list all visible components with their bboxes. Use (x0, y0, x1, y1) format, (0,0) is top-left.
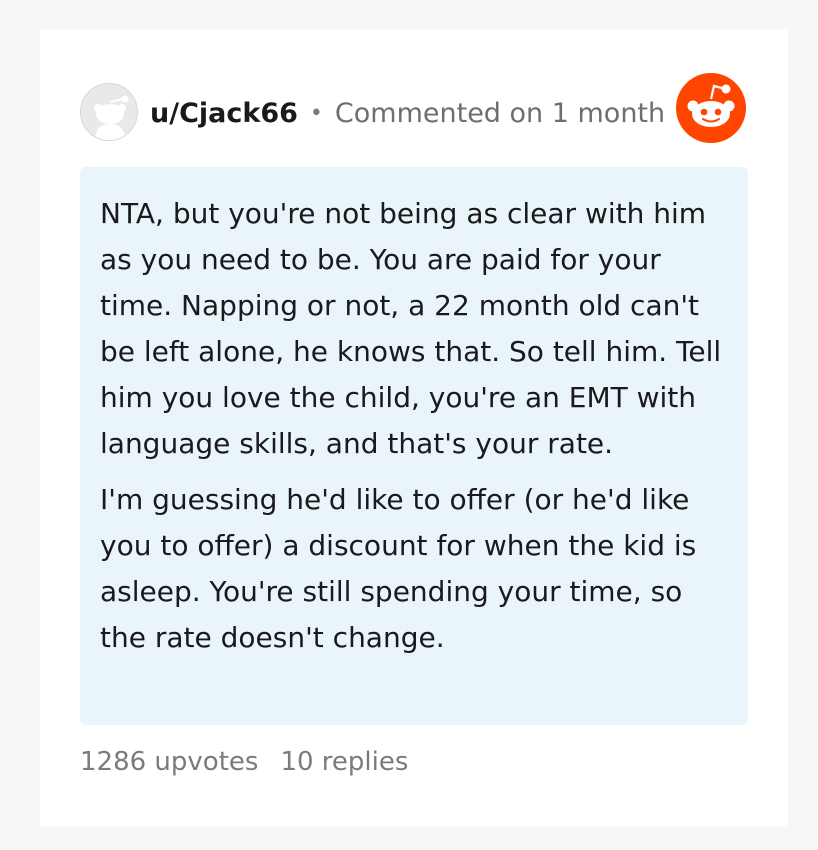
comment-header: u/Cjack66 • Commented on 1 month (150, 93, 665, 133)
comment-card: u/Cjack66 • Commented on 1 month NTA, bu… (40, 29, 788, 826)
comment-paragraph: NTA, but you're not being as clear with … (100, 197, 722, 460)
comment-timestamp: Commented on 1 month (334, 97, 666, 129)
comment-body: NTA, but you're not being as clear with … (80, 167, 748, 725)
comment-footer: 1286 upvotes 10 replies (80, 747, 408, 777)
reddit-snoo-icon (676, 73, 746, 143)
comment-paragraph: I'm guessing he'd like to offer (or he'd… (100, 483, 697, 654)
user-avatar-icon[interactable] (80, 83, 138, 141)
username-link[interactable]: u/Cjack66 (150, 98, 298, 129)
separator-dot: • (309, 100, 323, 126)
replies-count[interactable]: 10 replies (280, 747, 408, 777)
upvotes-count[interactable]: 1286 upvotes (80, 747, 258, 777)
